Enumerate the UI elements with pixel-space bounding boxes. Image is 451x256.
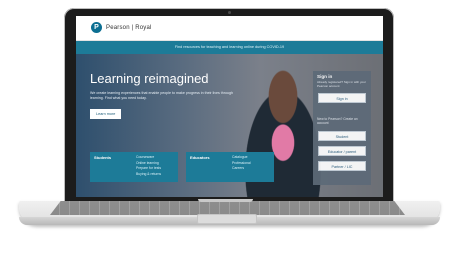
hero-section: Learning reimagined We create learning e… xyxy=(76,54,383,197)
site-header: P Pearson | Royal xyxy=(76,16,383,41)
signin-panel: Sign in Already registered? Sign in with… xyxy=(313,71,371,185)
signin-button[interactable]: Sign in xyxy=(318,93,366,103)
hero-title: Learning reimagined xyxy=(90,71,209,86)
signin-title: Sign in xyxy=(317,74,333,79)
students-card-links: Courseware Online learning Prepare for t… xyxy=(136,155,161,177)
site-logo[interactable]: P Pearson | Royal xyxy=(91,22,152,33)
students-card-title: Students xyxy=(94,155,112,160)
student-button[interactable]: Student xyxy=(318,131,366,141)
card-link[interactable]: Careers xyxy=(232,166,251,172)
trackpad xyxy=(197,214,257,224)
card-link[interactable]: Buying & returns xyxy=(136,172,161,178)
logo-text: Pearson | Royal xyxy=(106,24,152,31)
card-link[interactable]: Prepare for tests xyxy=(136,166,161,172)
educators-card-title: Educators xyxy=(190,155,210,160)
signin-description: Already registered? Sign in with your Pe… xyxy=(317,80,366,88)
keyboard xyxy=(50,201,405,215)
register-text: New to Pearson? Create an account xyxy=(317,117,358,125)
educators-card[interactable]: Educators Catalogue Professional Careers xyxy=(186,152,274,182)
lid-notch xyxy=(198,199,253,202)
camera-icon xyxy=(227,11,231,14)
laptop-screen: P Pearson | Royal Find resources for tea… xyxy=(76,16,383,197)
pearson-logo-icon: P xyxy=(91,22,102,33)
covid-banner[interactable]: Find resources for teaching and learning… xyxy=(76,41,383,54)
hero-subtitle: We create learning experiences that enab… xyxy=(90,91,233,100)
educators-card-links: Catalogue Professional Careers xyxy=(232,155,251,172)
students-card[interactable]: Students Courseware Online learning Prep… xyxy=(90,152,178,182)
educator-parent-button[interactable]: Educator / parent xyxy=(318,146,366,156)
learn-more-button[interactable]: Learn more xyxy=(90,109,122,119)
partner-button[interactable]: Partner / LIC xyxy=(318,161,366,171)
